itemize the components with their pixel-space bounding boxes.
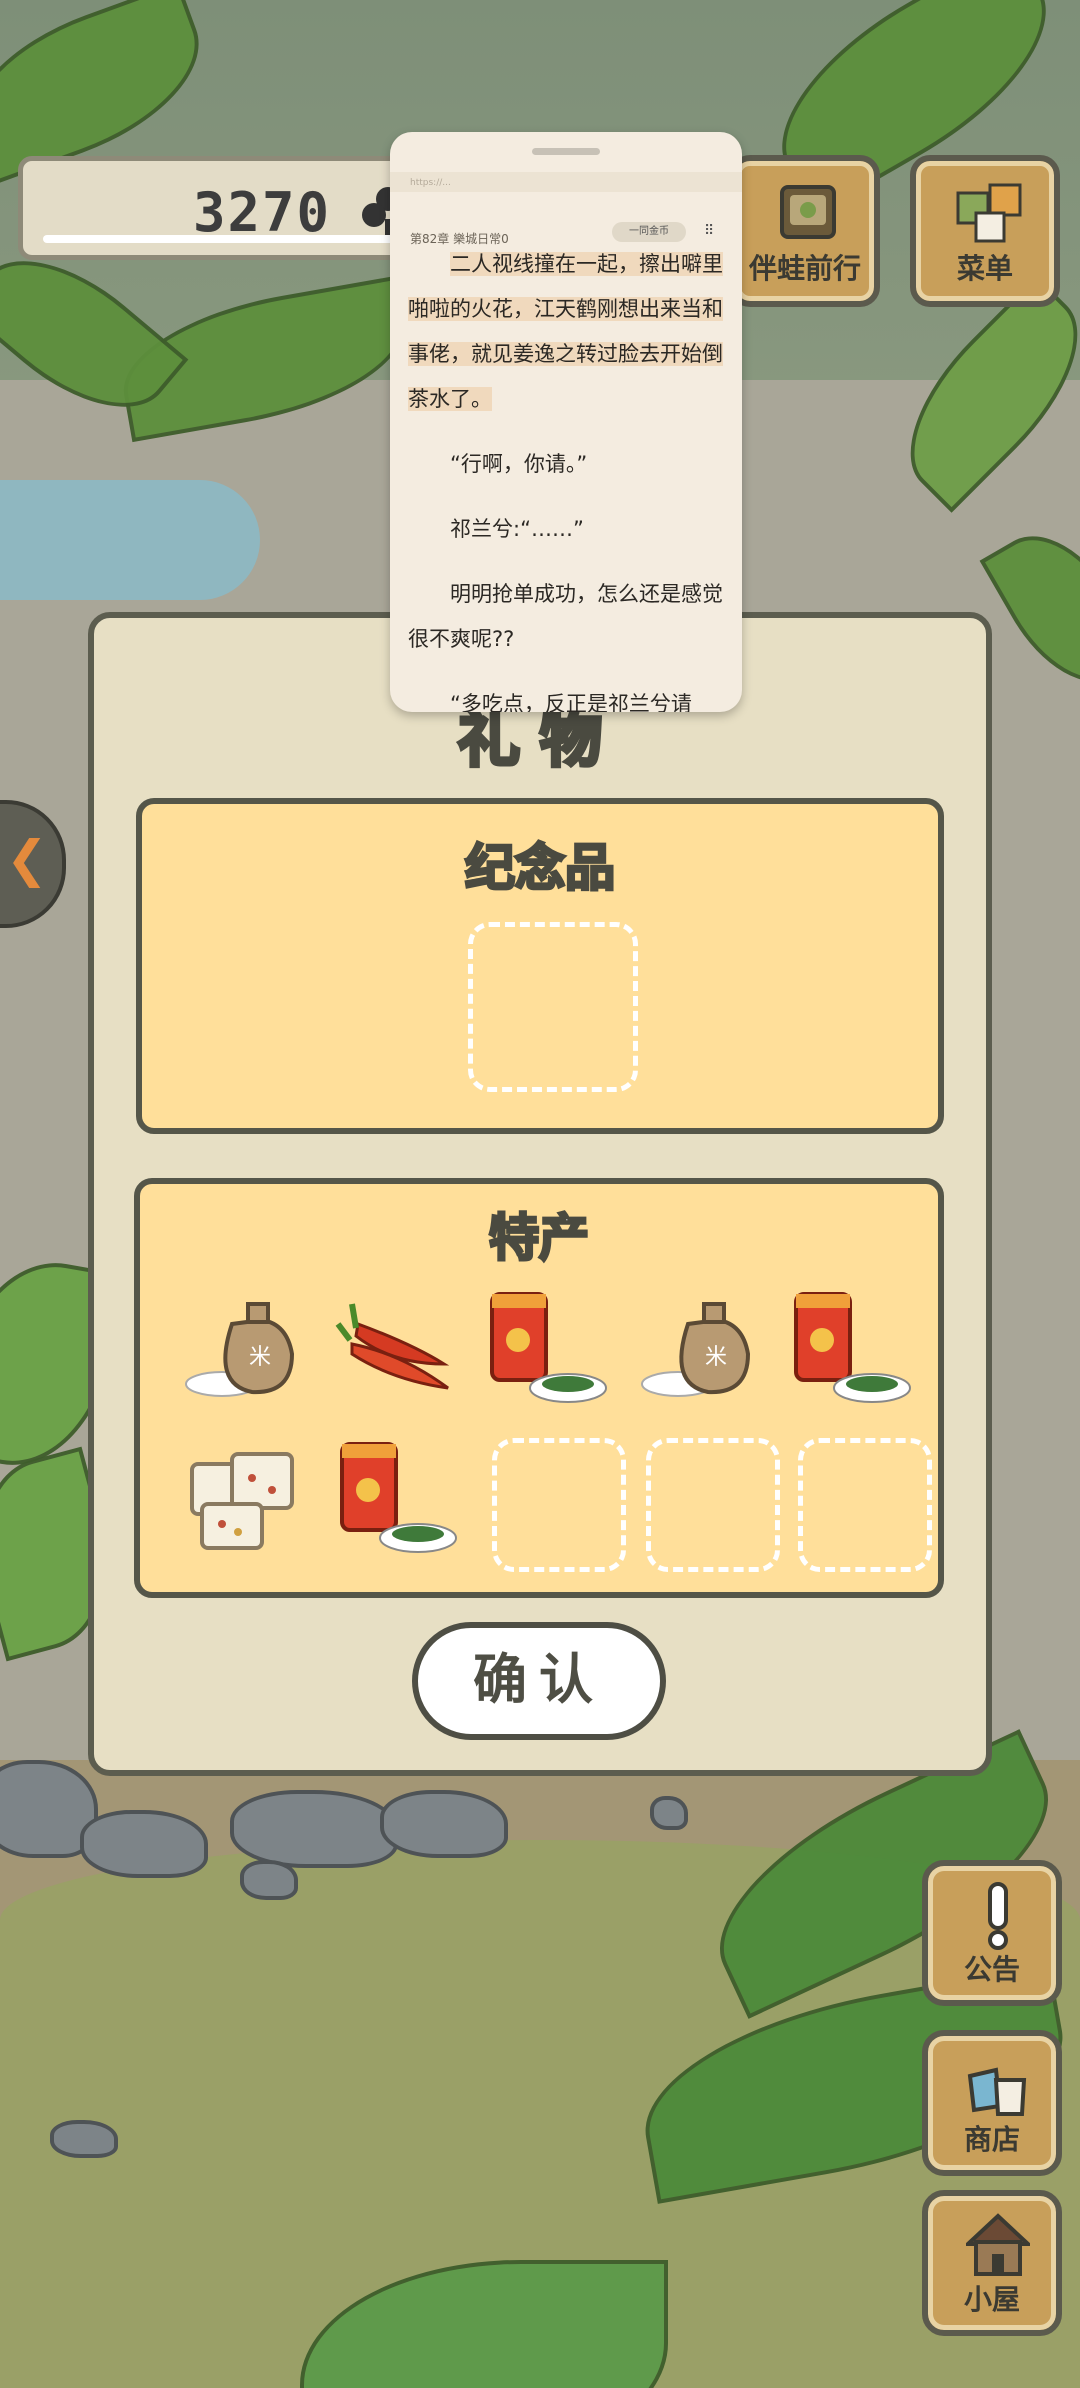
shop-button[interactable]: 商店 (922, 2030, 1062, 2176)
reader-text: 二人视线撞在一起，擦出噼里啪啦的火花，江天鹤刚想出来当和事佬，就见姜逸之转过脸去… (408, 242, 726, 712)
svg-text:米: 米 (705, 1345, 727, 1370)
house-button[interactable]: 小屋 (922, 2190, 1062, 2336)
specialty-section: 特产 米 米 (134, 1178, 944, 1598)
notice-button[interactable]: 公告 (922, 1860, 1062, 2006)
rice-sack-icon[interactable]: 米 (638, 1284, 768, 1414)
clover-bar (43, 235, 403, 243)
house-icon (966, 2213, 1030, 2276)
reader-url: https://... (410, 178, 451, 188)
travel-with-frog-button[interactable]: 伴蛙前行 (730, 155, 880, 307)
exclamation-icon (988, 1882, 1008, 1950)
specialty-empty-slot[interactable] (798, 1438, 932, 1572)
chili-peppers-icon[interactable] (332, 1284, 462, 1414)
svg-text:米: 米 (249, 1345, 271, 1370)
specialty-empty-slot[interactable] (646, 1438, 780, 1572)
gift-panel: 礼物 纪念品 特产 米 米 (88, 612, 992, 1776)
paragraph: 明明抢单成功，怎么还是感觉很不爽呢?? (408, 582, 723, 651)
shop-bags-icon (967, 2067, 1027, 2116)
menu-cards-icon (956, 183, 1022, 243)
menu-button[interactable]: 菜单 (910, 155, 1060, 307)
rice-sack-icon[interactable]: 米 (182, 1284, 312, 1414)
back-arrow-icon: ❮ (6, 830, 48, 888)
tea-can-icon[interactable] (786, 1284, 916, 1414)
reader-floating-window[interactable]: https://... 第82章 樂城日常0 一同金币 ⠿ 二人视线撞在一起，擦… (390, 132, 742, 712)
paragraph: “行啊，你请。” (450, 452, 588, 476)
nougat-candy-icon[interactable] (182, 1434, 312, 1564)
souvenir-title: 纪念品 (464, 838, 617, 899)
tea-can-icon[interactable] (482, 1284, 612, 1414)
souvenir-section: 纪念品 (136, 798, 944, 1134)
specialty-empty-slot[interactable] (492, 1438, 626, 1572)
paragraph: 祁兰兮:“……” (450, 517, 584, 541)
souvenir-slot[interactable] (468, 922, 638, 1092)
tea-can-icon[interactable] (332, 1434, 462, 1564)
specialty-title: 特产 (488, 1208, 591, 1269)
paragraph: “多吃点，反正是祁兰兮请 (450, 692, 692, 712)
grid-icon[interactable]: ⠿ (704, 224, 718, 238)
confirm-button[interactable]: 确认 (412, 1622, 666, 1740)
paragraph: 二人视线撞在一起，擦出噼里啪啦的火花，江天鹤刚想出来当和事佬，就见姜逸之转过脸去… (408, 252, 723, 411)
clover-counter: 3270 (18, 156, 418, 260)
coin-pill[interactable]: 一同金币 (612, 222, 686, 242)
drag-handle[interactable] (532, 148, 600, 155)
map-bag-icon (780, 185, 836, 239)
